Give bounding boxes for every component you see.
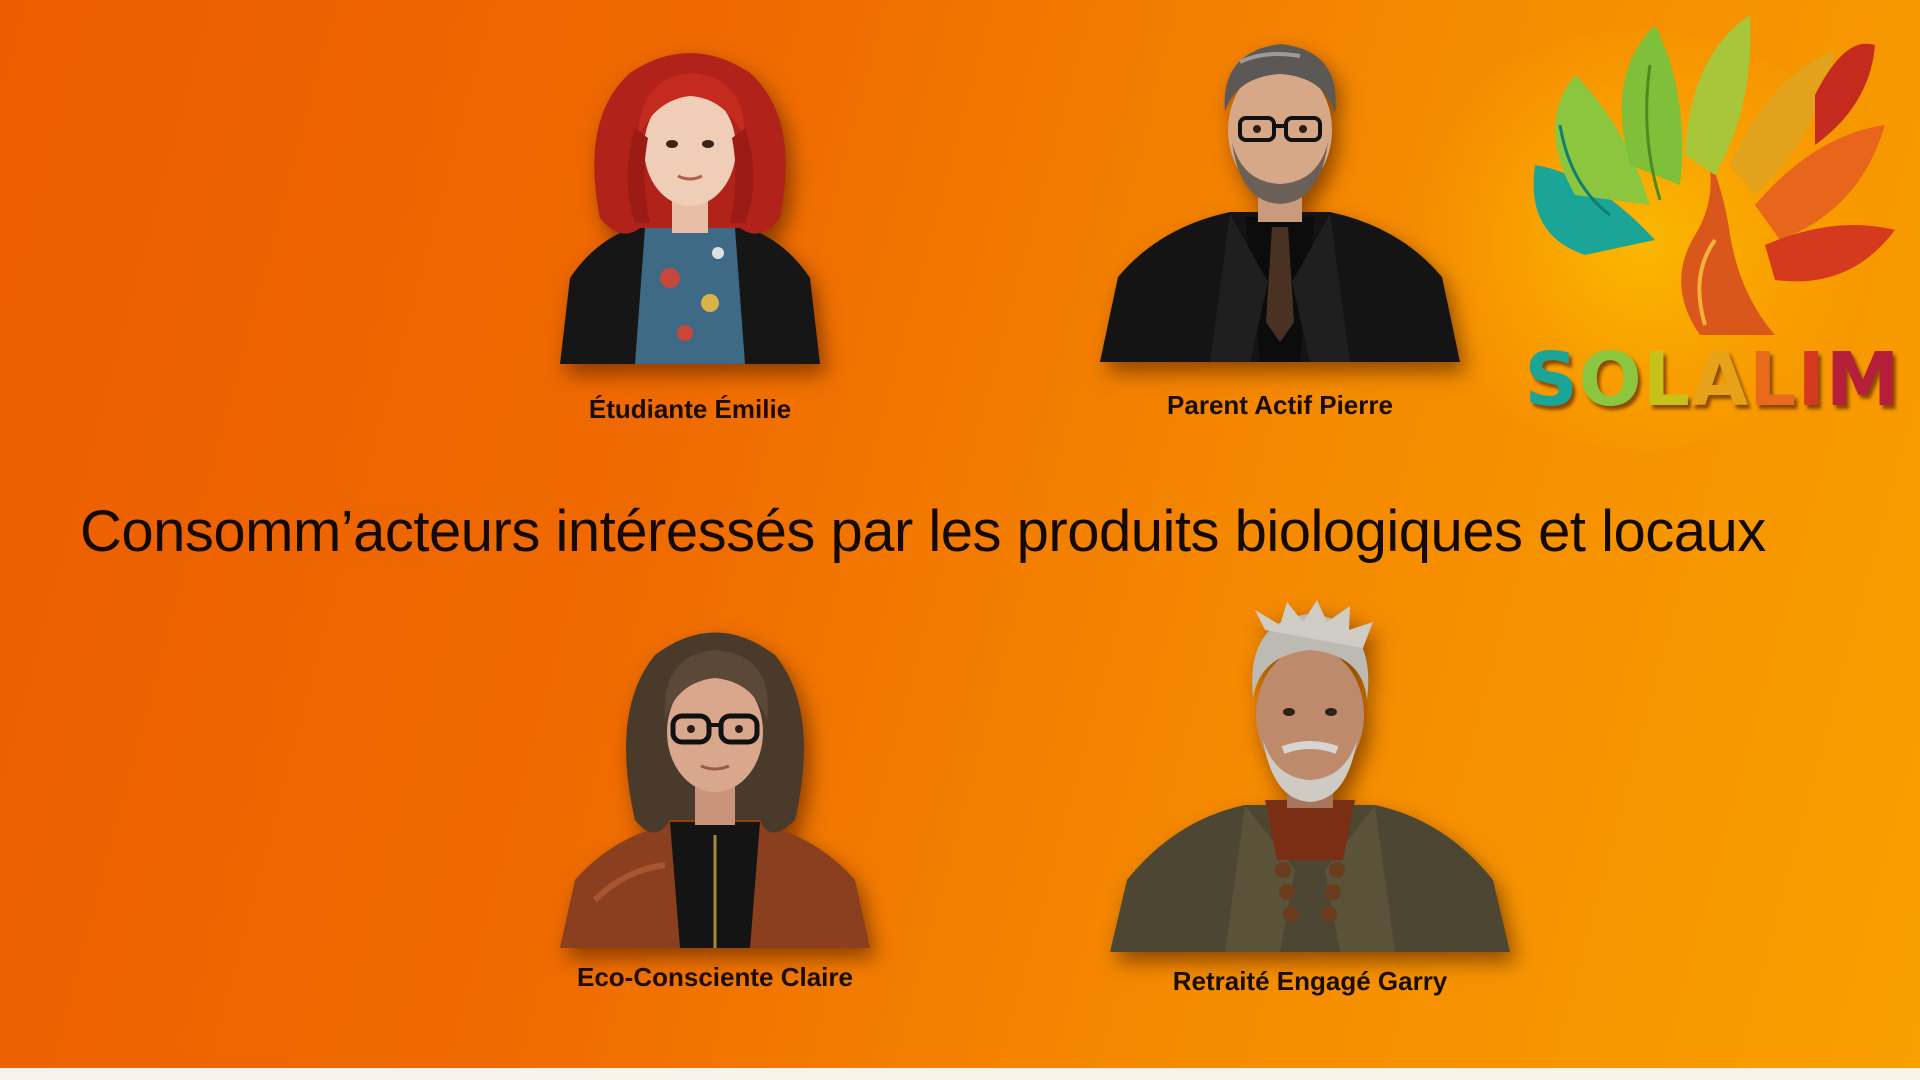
persona-name: Étudiante Émilie (588, 394, 792, 424)
logo-wordmark-text: SOLALIM (1525, 337, 1901, 423)
logo-letter: O (1578, 337, 1643, 423)
eco-portrait-icon (555, 610, 875, 948)
persona-name: Eco-Consciente Claire (577, 962, 853, 992)
logo-letter: I (1797, 337, 1826, 423)
logo-letter: M (1825, 337, 1901, 423)
retiree-portrait-icon (1105, 600, 1515, 952)
persona-name: Retraité Engagé Garry (1172, 966, 1448, 996)
persona-card-pierre: Parent Actif Pierre (1090, 22, 1470, 421)
page-headline: Consomm’acteurs intéressés par les produ… (80, 499, 1766, 564)
student-portrait-icon (540, 28, 840, 364)
persona-card-garry: Retraité Engagé Garry (1105, 600, 1515, 997)
persona-card-claire: Eco-Consciente Claire (555, 610, 875, 993)
logo-letter: A (1690, 337, 1750, 423)
logo-letter: L (1749, 337, 1798, 423)
bottom-strip (0, 1068, 1920, 1080)
logo-letter: L (1642, 337, 1691, 423)
persona-name: Parent Actif Pierre (1167, 390, 1393, 420)
parent-portrait-icon (1090, 22, 1470, 362)
solalim-logo: SOLALIM (1515, 5, 1910, 425)
leaf-tree-logo-icon (1533, 15, 1895, 335)
logo-wordmark: SOLALIM (1515, 343, 1910, 417)
persona-card-emilie: Étudiante Émilie (540, 28, 840, 425)
logo-letter: S (1524, 337, 1579, 423)
